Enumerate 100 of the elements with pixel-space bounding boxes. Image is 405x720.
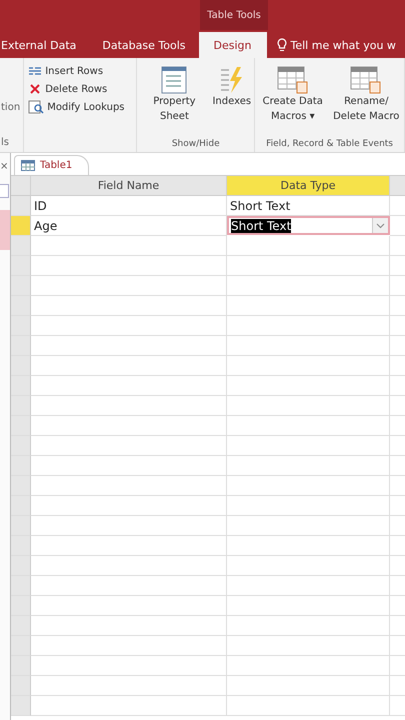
table-cell[interactable] (31, 376, 227, 396)
tell-me-text[interactable]: Tell me what you w (290, 38, 396, 52)
table-cell[interactable] (31, 696, 227, 716)
row-selector[interactable] (11, 196, 31, 216)
table-cell[interactable] (227, 536, 390, 556)
row-selector[interactable] (11, 476, 31, 496)
row-selector[interactable] (11, 576, 31, 596)
ribbon-button[interactable]: Delete Rows (28, 82, 136, 96)
table-cell[interactable] (227, 256, 390, 276)
lightbulb-icon (276, 38, 286, 52)
table-cell[interactable] (31, 536, 227, 556)
table-cell[interactable] (31, 676, 227, 696)
table-cell[interactable] (31, 656, 227, 676)
search-field[interactable] (0, 184, 9, 198)
row-selector[interactable] (11, 596, 31, 616)
table-cell[interactable] (31, 316, 227, 336)
ribbon-button[interactable]: Modify Lookups (28, 100, 136, 114)
table-cell[interactable] (227, 616, 390, 636)
table-cell[interactable] (227, 376, 390, 396)
row-selector[interactable] (11, 616, 31, 636)
group-label: ls (1, 137, 10, 148)
row-selector[interactable] (11, 336, 31, 356)
table-cell[interactable] (227, 276, 390, 296)
table-cell[interactable] (227, 476, 390, 496)
ribbon-tab[interactable]: Database Tools (89, 32, 198, 58)
table-cell[interactable] (31, 576, 227, 596)
row-selector[interactable] (11, 416, 31, 436)
row-selector[interactable] (11, 396, 31, 416)
row-selector[interactable] (11, 696, 31, 716)
row-selector[interactable] (11, 636, 31, 656)
table-cell[interactable] (31, 496, 227, 516)
table-cell[interactable] (31, 356, 227, 376)
table-cell[interactable] (31, 636, 227, 656)
table-cell[interactable] (227, 656, 390, 676)
table-cell[interactable] (31, 476, 227, 496)
table-cell[interactable]: Short Text (227, 196, 390, 216)
row-selector[interactable] (11, 356, 31, 376)
row-selector[interactable] (11, 256, 31, 276)
ribbon-button[interactable]: Property Sheet (139, 58, 210, 139)
table-cell[interactable] (227, 636, 390, 656)
row-selector[interactable] (11, 456, 31, 476)
row-selector[interactable] (11, 556, 31, 576)
document-tab[interactable]: Table1 (14, 155, 90, 175)
nav-item[interactable] (0, 210, 10, 250)
table-cell[interactable] (227, 516, 390, 536)
table-cell[interactable] (31, 256, 227, 276)
table-cell[interactable] (227, 496, 390, 516)
row-selector[interactable] (11, 296, 31, 316)
table-cell[interactable] (227, 556, 390, 576)
table-cell[interactable] (31, 236, 227, 256)
ribbon-button[interactable]: Indexes (211, 58, 252, 139)
ribbon-button[interactable]: Rename/ Delete Macro (330, 58, 402, 139)
table-cell[interactable] (227, 316, 390, 336)
table-cell[interactable] (31, 616, 227, 636)
ribbon-button-label[interactable]: tion (1, 102, 24, 113)
table-cell[interactable] (227, 676, 390, 696)
ribbon-button[interactable]: Insert Rows (28, 64, 136, 78)
table-cell[interactable] (31, 516, 227, 536)
table-cell[interactable] (31, 336, 227, 356)
row-selector[interactable] (11, 656, 31, 676)
ribbon-tab[interactable]: Design (198, 32, 266, 58)
data-type-dropdown[interactable]: Short Text (227, 216, 390, 235)
row-selector[interactable] (11, 216, 31, 236)
table-cell[interactable] (31, 596, 227, 616)
table-cell[interactable] (31, 456, 227, 476)
table-cell[interactable] (227, 416, 390, 436)
table-cell[interactable] (227, 236, 390, 256)
table-cell[interactable] (227, 596, 390, 616)
table-cell[interactable] (31, 396, 227, 416)
row-selector[interactable] (11, 516, 31, 536)
table-cell[interactable] (31, 416, 227, 436)
table-cell[interactable] (227, 356, 390, 376)
row-selector[interactable] (11, 316, 31, 336)
table-cell[interactable] (31, 556, 227, 576)
table-cell[interactable] (227, 576, 390, 596)
table-cell[interactable]: ID (31, 196, 227, 216)
table-cell[interactable] (31, 296, 227, 316)
table-cell[interactable] (31, 436, 227, 456)
row-selector[interactable] (11, 236, 31, 256)
column-header[interactable] (390, 176, 405, 196)
table-cell[interactable] (227, 396, 390, 416)
row-selector[interactable] (11, 376, 31, 396)
row-selector[interactable] (11, 676, 31, 696)
close-icon[interactable]: × (0, 161, 8, 172)
row-selector[interactable] (11, 276, 31, 296)
row-selector[interactable] (11, 496, 31, 516)
row-selector[interactable] (11, 536, 31, 556)
table-cell[interactable]: Age (31, 216, 227, 236)
ribbon-tab[interactable]: External Data (0, 32, 90, 58)
select-all-corner[interactable] (11, 176, 31, 196)
column-header[interactable]: Data Type (227, 176, 390, 196)
table-cell[interactable] (227, 696, 390, 716)
ribbon-button[interactable]: Create Data Macros ▾ (257, 58, 329, 139)
column-header[interactable]: Field Name (31, 176, 227, 196)
table-cell[interactable] (227, 456, 390, 476)
table-cell[interactable] (31, 276, 227, 296)
table-cell[interactable] (227, 296, 390, 316)
table-cell[interactable] (227, 436, 390, 456)
table-cell[interactable] (227, 336, 390, 356)
row-selector[interactable] (11, 436, 31, 456)
